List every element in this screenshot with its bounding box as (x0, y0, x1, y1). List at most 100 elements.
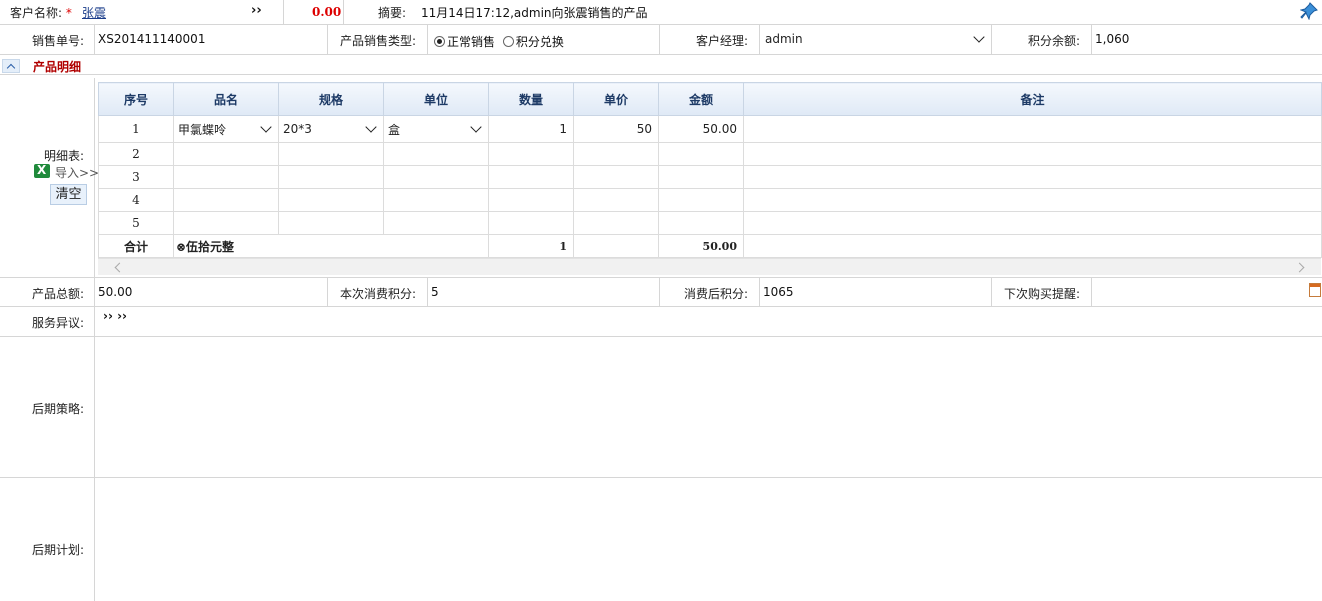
table-row: 3 (98, 165, 1322, 189)
product-name-select[interactable]: 甲氯蝶呤 (173, 115, 279, 143)
spec-cell[interactable] (278, 211, 384, 235)
unit-cell[interactable] (383, 165, 489, 189)
collapse-up-icon[interactable] (2, 59, 20, 73)
amount-cell (658, 188, 744, 212)
total-label: 合计 (98, 234, 174, 258)
qty-cell[interactable] (488, 165, 574, 189)
manager-label: 客户经理: (696, 34, 749, 48)
note-cell[interactable] (743, 142, 1322, 166)
consume-points-label: 本次消费积分: (340, 287, 417, 301)
unit-cell[interactable] (383, 211, 489, 235)
table-row: 5 (98, 211, 1322, 235)
chevron-down-icon (260, 121, 272, 133)
points-value: 1,060 (1095, 32, 1130, 46)
note-cell[interactable] (743, 165, 1322, 189)
plan-label: 后期计划: (32, 543, 85, 557)
amount-cell: 50.00 (658, 115, 744, 143)
price-cell[interactable]: 50 (573, 115, 659, 143)
table-row: 2 (98, 142, 1322, 166)
row-number: 4 (98, 188, 174, 212)
note-cell[interactable] (743, 211, 1322, 235)
col-header: 序号 (98, 82, 174, 116)
manager-select[interactable]: admin (761, 28, 991, 50)
spec-cell[interactable] (278, 142, 384, 166)
product-name-cell[interactable] (173, 188, 279, 212)
sale-type-label: 产品销售类型: (340, 34, 417, 48)
spec-select[interactable]: 20*3 (278, 115, 384, 143)
amount-cell (658, 142, 744, 166)
pin-icon[interactable] (1299, 2, 1318, 21)
total-row: 合计 ⊗伍拾元整 1 50.00 (98, 234, 1322, 258)
row-number: 5 (98, 211, 174, 235)
product-table: 序号 品名 规格 单位 数量 单价 金额 备注 1 甲氯蝶呤 20*3 盒 1 … (98, 82, 1322, 258)
customer-name-label: 客户名称: * (10, 6, 72, 20)
product-name-cell[interactable] (173, 142, 279, 166)
excel-icon[interactable] (34, 163, 50, 178)
total-in-words: ⊗伍拾元整 (173, 234, 489, 258)
summary-label: 摘要: (378, 6, 407, 20)
calendar-icon[interactable] (1309, 283, 1321, 297)
horizontal-scrollbar[interactable] (98, 258, 1321, 275)
spec-cell[interactable] (278, 188, 384, 212)
unit-cell[interactable] (383, 188, 489, 212)
reminder-label: 下次购买提醒: (1004, 287, 1081, 301)
radio-off-icon (502, 36, 514, 47)
note-cell[interactable] (743, 115, 1322, 143)
consume-points-value: 5 (431, 285, 439, 299)
clear-button[interactable]: 清空 (50, 184, 87, 205)
sale-no-value: XS201411140001 (98, 32, 206, 46)
col-header: 备注 (743, 82, 1322, 116)
price-cell[interactable] (573, 211, 659, 235)
col-header: 金额 (658, 82, 744, 116)
price-cell[interactable] (573, 188, 659, 212)
price-cell[interactable] (573, 165, 659, 189)
product-detail-section: 产品明细 (0, 57, 1322, 75)
radio-normal-sale[interactable]: 正常销售 (434, 35, 495, 49)
price-cell[interactable] (573, 142, 659, 166)
strategy-textarea[interactable] (96, 337, 1322, 477)
customer-name-link[interactable]: 张震 (82, 4, 106, 21)
radio-on-icon (434, 36, 445, 47)
table-header-row: 序号 品名 规格 单位 数量 单价 金额 备注 (98, 82, 1322, 116)
note-cell[interactable] (743, 188, 1322, 212)
chevron-down-icon (470, 121, 482, 133)
points-label: 积分余额: (1028, 34, 1081, 48)
row-number: 1 (98, 115, 174, 143)
qty-cell[interactable] (488, 142, 574, 166)
service-objection-label: 服务异议: (32, 316, 85, 330)
col-header: 品名 (173, 82, 279, 116)
after-points-value: 1065 (763, 285, 794, 299)
table-row: 4 (98, 188, 1322, 212)
plan-textarea[interactable] (96, 478, 1322, 601)
table-row: 1 甲氯蝶呤 20*3 盒 1 50 50.00 (98, 115, 1322, 143)
sale-type-radio-group: 正常销售 积分兑换 (434, 33, 564, 50)
qty-cell[interactable] (488, 188, 574, 212)
section-title: 产品明细 (33, 60, 82, 74)
unit-select[interactable]: 盒 (383, 115, 489, 143)
total-amount-label: 产品总额: (32, 287, 85, 301)
summary-value[interactable]: 11月14日17:12,admin向张震销售的产品 (421, 4, 648, 21)
chevron-down-icon (365, 121, 377, 133)
row-number: 2 (98, 142, 174, 166)
customer-select-arrow[interactable]: ›› (251, 3, 262, 18)
col-header: 单位 (383, 82, 489, 116)
chevron-down-icon (973, 31, 985, 43)
amount-value: 0.00 (312, 5, 342, 19)
col-header: 数量 (488, 82, 574, 116)
qty-cell[interactable] (488, 211, 574, 235)
import-link[interactable]: 导入>> (55, 164, 99, 181)
service-objection-arrows[interactable]: ›› ›› (103, 309, 127, 323)
col-header: 单价 (573, 82, 659, 116)
scroll-right-icon[interactable] (1294, 262, 1305, 273)
total-amount-value: 50.00 (98, 285, 133, 299)
product-name-cell[interactable] (173, 211, 279, 235)
unit-cell[interactable] (383, 142, 489, 166)
row-number: 3 (98, 165, 174, 189)
qty-cell[interactable]: 1 (488, 115, 574, 143)
product-name-cell[interactable] (173, 165, 279, 189)
radio-points-exchange[interactable]: 积分兑换 (502, 35, 564, 49)
spec-cell[interactable] (278, 165, 384, 189)
total-note-empty (743, 234, 1322, 258)
scroll-left-icon[interactable] (114, 262, 125, 273)
amount-cell (658, 211, 744, 235)
